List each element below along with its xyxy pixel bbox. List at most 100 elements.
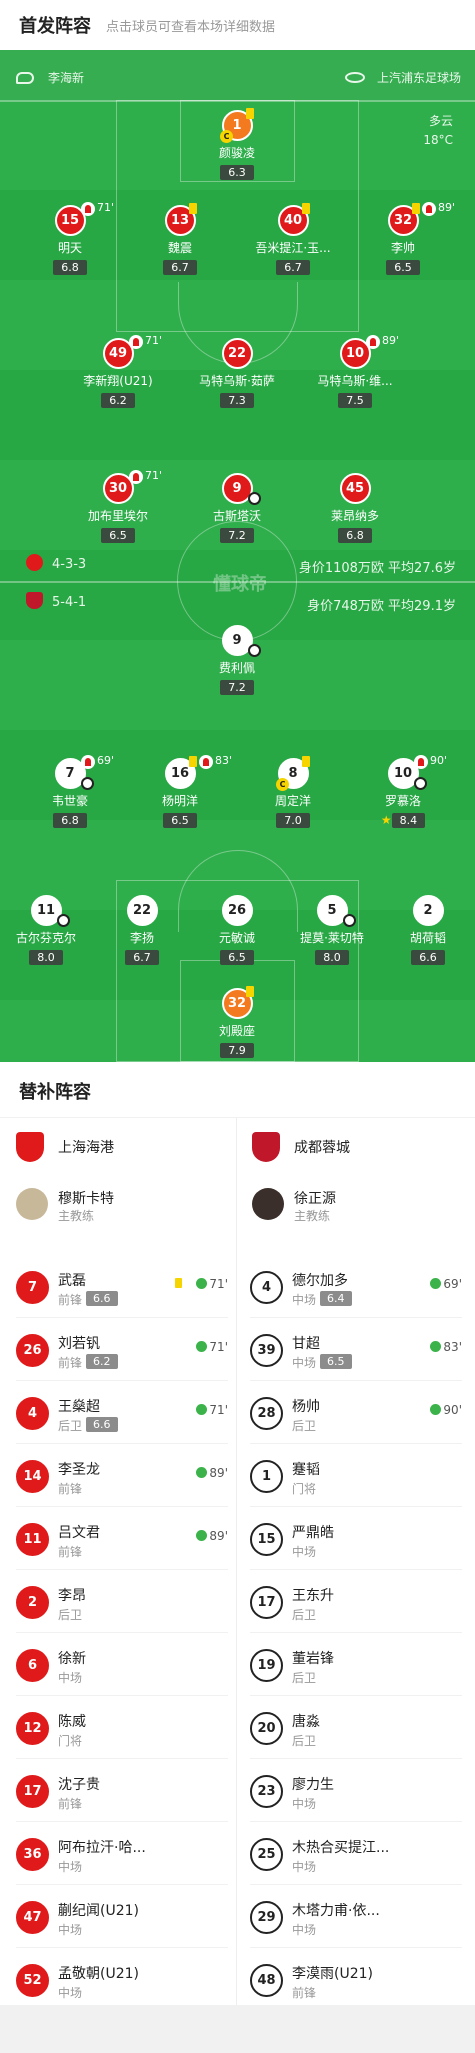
away-player[interactable]: 5 提莫·莱切特 8.0 [277, 895, 387, 965]
row-divider [250, 1506, 462, 1507]
home-player[interactable]: 32 89' 李帅 6.5 [348, 201, 458, 275]
home-team-header: 上海海港 [16, 1132, 114, 1162]
away-player[interactable]: 22 李扬 6.7 [87, 895, 197, 965]
player-number: 22 [126, 895, 158, 926]
player-rating: 6.8 [53, 813, 87, 828]
player-rating: 7.2 [220, 680, 254, 695]
sub-out-icon [129, 470, 143, 484]
player-rating: 6.2 [86, 1354, 118, 1369]
home-substitute[interactable]: 2 李昂 后卫 [16, 1577, 228, 1637]
sub-in-time: 83' [430, 1340, 462, 1354]
player-rating-wrap: 6.2 [63, 389, 173, 408]
goal-ball-icon [57, 914, 70, 927]
away-player[interactable]: 10 90' 罗慕洛 ★ 8.4 [348, 754, 458, 828]
away-player[interactable]: 16 83' 杨明洋 6.5 [125, 754, 235, 828]
player-rating: 6.8 [338, 528, 372, 543]
home-substitute[interactable]: 4 王燊超 后卫 6.6 71' [16, 1388, 228, 1448]
player-name: 提莫·莱切特 [300, 931, 364, 945]
stadium-info: 上汽浦东足球场 [344, 69, 461, 86]
home-player[interactable]: 9 古斯塔沃 7.2 [182, 473, 292, 543]
row-divider [16, 1632, 228, 1633]
player-position: 前锋 [58, 1356, 83, 1370]
home-player[interactable]: 10 89' 马特乌斯·维... 7.5 [300, 334, 410, 408]
player-number: 4 [250, 1271, 283, 1304]
yellow-card-icon [175, 1278, 182, 1288]
away-player[interactable]: 7 69' 韦世豪 6.8 [15, 754, 125, 828]
player-name: 唐淼 [292, 1714, 320, 1730]
player-number: 17 [250, 1586, 283, 1619]
away-substitute[interactable]: 25 木热合买提江... 中场 [250, 1829, 462, 1889]
home-substitute[interactable]: 12 陈威 门将 [16, 1703, 228, 1763]
away-substitute[interactable]: 28 杨帅 后卫 90' [250, 1388, 462, 1448]
player-name: 陈威 [58, 1714, 86, 1730]
away-player[interactable]: 26 元敏诚 6.5 [182, 895, 292, 965]
home-player[interactable]: 30 71' 加布里埃尔 6.5 [63, 469, 173, 543]
home-substitute[interactable]: 7 武磊 前锋 6.6 71' [16, 1262, 228, 1322]
away-player[interactable]: 32 刘殿座 7.9 [182, 986, 292, 1058]
player-number: 19 [250, 1649, 283, 1682]
row-divider [250, 1947, 462, 1948]
row-divider [16, 1380, 228, 1381]
away-substitute[interactable]: 39 甘超 中场 6.5 83' [250, 1325, 462, 1385]
player-name: 周定洋 [274, 794, 311, 808]
player-number: 22 [221, 338, 253, 369]
player-number: 48 [250, 1964, 283, 1997]
away-player[interactable]: 9 费利佩 7.2 [182, 625, 292, 695]
row-divider [16, 1506, 228, 1507]
player-number: 25 [250, 1838, 283, 1871]
away-substitute[interactable]: 15 严鼎皓 中场 [250, 1514, 462, 1574]
player-name: 吕文君 [58, 1525, 100, 1541]
home-player[interactable]: 15 71' 明天 6.8 [15, 201, 125, 275]
away-player[interactable]: 2 胡荷韬 6.6 [373, 895, 475, 965]
page-footer [0, 2005, 475, 2053]
player-name: 罗慕洛 [384, 794, 421, 808]
home-team-name: 上海海港 [58, 1140, 114, 1156]
away-substitute[interactable]: 23 廖力生 中场 [250, 1766, 462, 1826]
player-position: 中场 [58, 1986, 83, 2000]
home-substitute[interactable]: 11 吕文君 前锋 89' [16, 1514, 228, 1574]
pitch: 李海新 上汽浦东足球场 多云 18°C 懂球帝 4-3-3 身价1108万欧 平… [0, 50, 475, 1062]
player-rating-wrap: 7.9 [182, 1039, 292, 1058]
away-substitute[interactable]: 20 唐淼 后卫 [250, 1703, 462, 1763]
home-player[interactable]: 13 魏震 6.7 [125, 203, 235, 275]
player-rating: 8.4 [391, 813, 426, 828]
home-substitute[interactable]: 36 阿布拉汗·哈... 中场 [16, 1829, 228, 1889]
sub-in-minute: 89' [209, 1529, 228, 1543]
home-player[interactable]: 40 吾米提江·玉... 6.7 [238, 203, 348, 275]
away-player[interactable]: 11 古尔芬克尔 8.0 [0, 895, 101, 965]
home-player[interactable]: 49 71' 李新翔(U21) 6.2 [63, 334, 173, 408]
away-substitute[interactable]: 4 德尔加多 中场 6.4 69' [250, 1262, 462, 1322]
sub-in-minute: 71' [209, 1277, 228, 1291]
away-player[interactable]: 8 C 周定洋 7.0 [238, 756, 348, 828]
home-substitute[interactable]: 47 蒯纪闻(U21) 中场 [16, 1892, 228, 1952]
column-divider [236, 1118, 237, 2053]
home-player[interactable]: 45 莱昂纳多 6.8 [300, 473, 410, 543]
away-substitute[interactable]: 1 蹇韬 门将 [250, 1451, 462, 1511]
away-substitute[interactable]: 19 董岩锋 后卫 [250, 1640, 462, 1700]
player-position: 中场 [58, 1923, 83, 1937]
player-number: 17 [16, 1775, 49, 1808]
player-number: 12 [16, 1712, 49, 1745]
weather-info: 多云 18°C [423, 112, 453, 150]
player-name: 费利佩 [218, 661, 255, 675]
home-player[interactable]: 1 C 颜骏凌 6.3 [182, 108, 292, 180]
away-substitute[interactable]: 29 木塔力甫·依... 中场 [250, 1892, 462, 1952]
home-substitute[interactable]: 6 徐新 中场 [16, 1640, 228, 1700]
sub-out-time: 71' [97, 201, 115, 214]
player-rating-wrap: 6.8 [300, 524, 410, 543]
player-rating: 6.6 [86, 1291, 118, 1306]
weather-temp: 18°C [423, 133, 453, 147]
player-position: 前锋 [58, 1545, 83, 1559]
player-name: 武磊 [58, 1273, 86, 1289]
player-number: 1 [250, 1460, 283, 1493]
home-substitute[interactable]: 17 沈子贵 前锋 [16, 1766, 228, 1826]
home-coach-role: 主教练 [58, 1209, 95, 1223]
home-substitute[interactable]: 26 刘若钒 前锋 6.2 71' [16, 1325, 228, 1385]
captain-icon: C [276, 778, 289, 791]
away-substitute[interactable]: 17 王东升 后卫 [250, 1577, 462, 1637]
home-substitute[interactable]: 14 李圣龙 前锋 89' [16, 1451, 228, 1511]
sub-in-time: 69' [430, 1277, 462, 1291]
player-rating-wrap: 6.5 [63, 524, 173, 543]
home-player[interactable]: 22 马特乌斯·茹萨 7.3 [182, 338, 292, 408]
player-rating: 6.4 [320, 1291, 352, 1306]
